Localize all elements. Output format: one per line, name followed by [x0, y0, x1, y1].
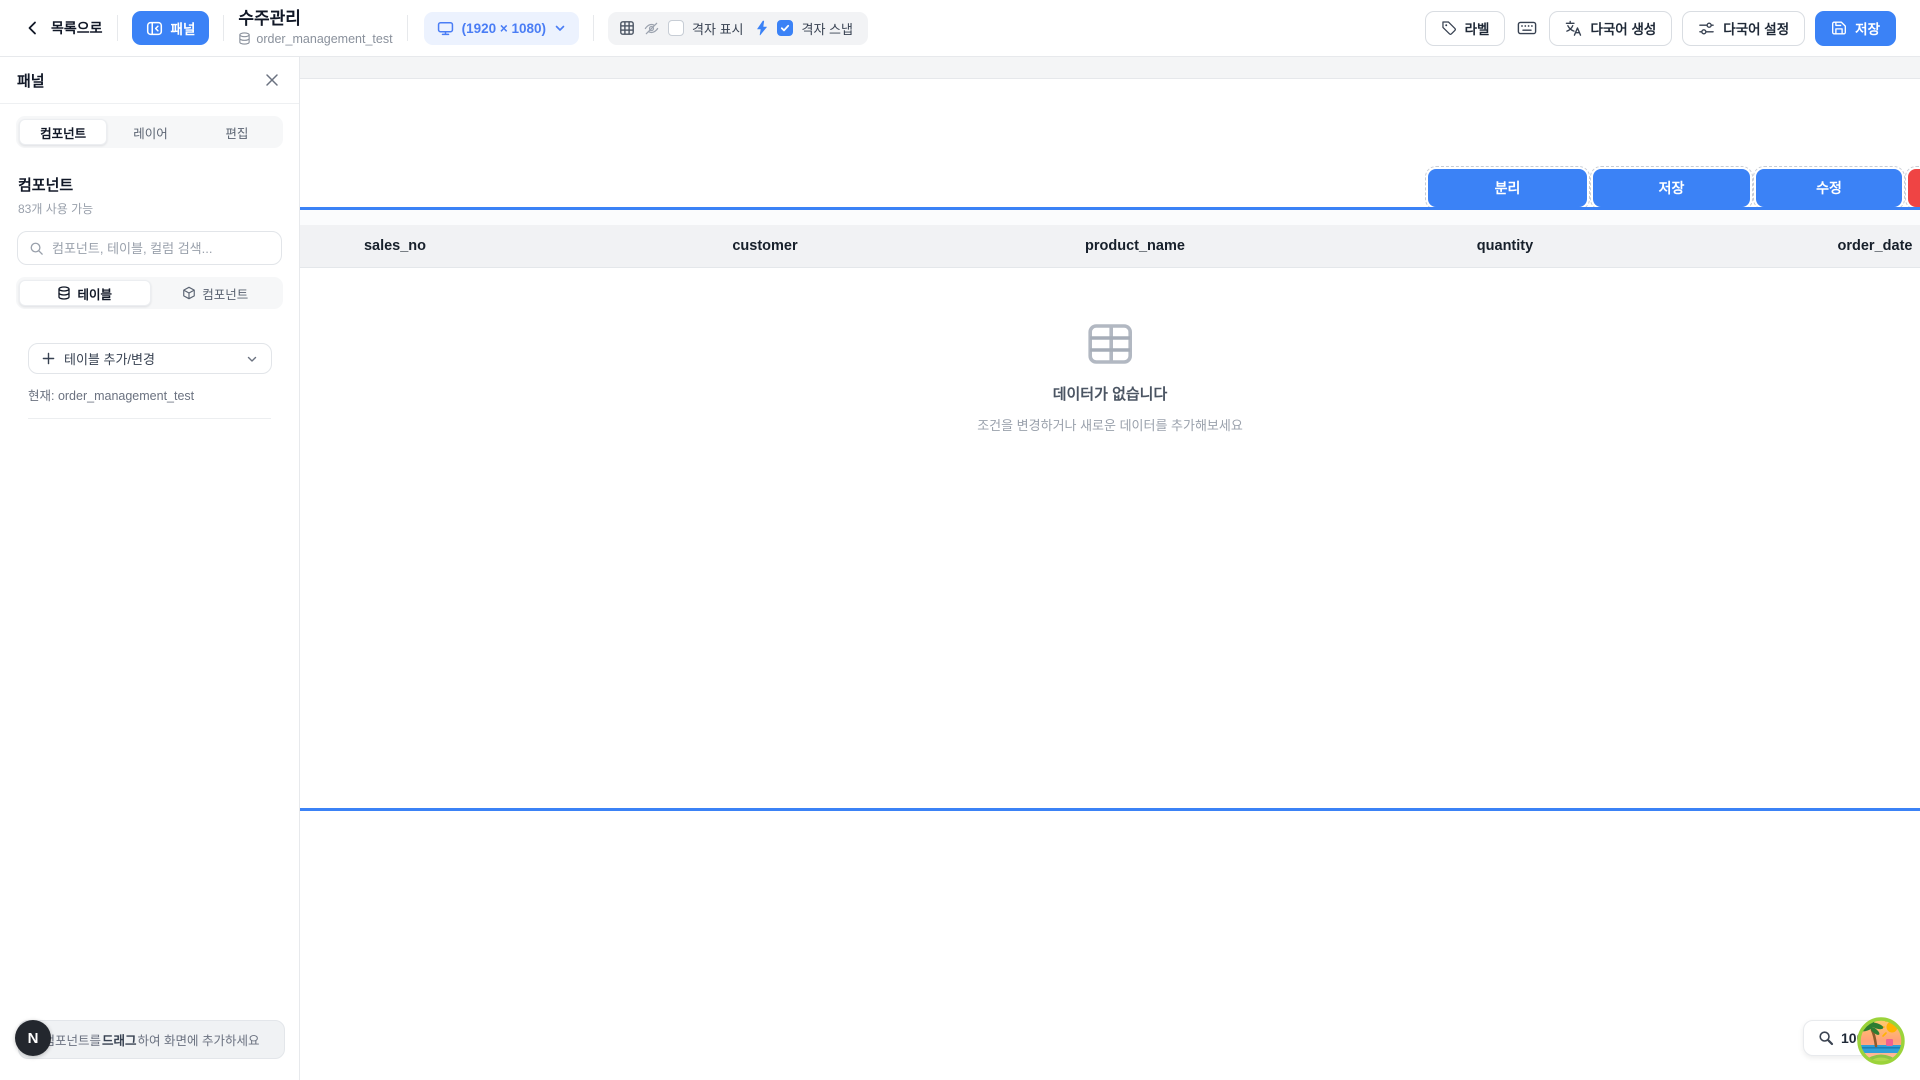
save-button-label: 저장: [1855, 18, 1880, 38]
i18n-settings-button[interactable]: 다국어 설정: [1682, 11, 1805, 46]
source-tab-component-label: 컴포넌트: [202, 284, 248, 303]
cursor-badge: N: [15, 1020, 51, 1056]
database-icon: [238, 32, 251, 45]
i18n-generate-button[interactable]: 다국어 생성: [1549, 11, 1672, 46]
package-icon: [182, 286, 196, 300]
label-button[interactable]: 라벨: [1425, 11, 1506, 46]
source-tab-table[interactable]: 테이블: [19, 280, 151, 306]
toolbar-divider: [223, 15, 224, 41]
empty-state-subtitle: 조건을 변경하거나 새로운 데이터를 추가해보세요: [977, 415, 1243, 434]
add-change-table-button[interactable]: 테이블 추가/변경: [28, 343, 272, 374]
left-panel: 패널 컴포넌트 레이어 편집 컴포넌트 83개 사용 가능 테이블: [0, 57, 300, 1080]
design-action-button-save[interactable]: 저장: [1593, 169, 1750, 207]
table-column-header[interactable]: sales_no: [300, 238, 580, 254]
components-count: 83개 사용 가능: [18, 200, 281, 217]
tag-icon: [1441, 20, 1457, 36]
empty-table-icon: [1087, 321, 1133, 367]
table-toolbar-strip: [300, 210, 1920, 225]
design-canvas[interactable]: 분리 저장 수정 sales_no customer product_name …: [300, 57, 1920, 1080]
i18n-generate-label: 다국어 생성: [1590, 18, 1656, 38]
chevron-down-icon: [246, 353, 258, 365]
table-header-row: sales_no customer product_name quantity …: [300, 225, 1920, 268]
table-column-header[interactable]: product_name: [950, 238, 1320, 254]
drag-hint-text: 하여 화면에 추가하세요: [138, 1030, 260, 1049]
design-action-button-partial[interactable]: [1908, 169, 1920, 207]
design-action-button-separate[interactable]: 분리: [1428, 169, 1587, 207]
table-column-header[interactable]: customer: [580, 238, 950, 254]
source-tab-component[interactable]: 컴포넌트: [151, 280, 281, 306]
empty-state-title: 데이터가 없습니다: [1053, 383, 1168, 404]
canvas-top-strip: [300, 57, 1920, 79]
table-column-header[interactable]: order_date: [1690, 238, 1920, 254]
sliders-icon: [1698, 20, 1715, 37]
component-search: [17, 231, 282, 265]
grid-snap-label: 격자 스냅: [801, 19, 852, 38]
panel-toggle-button[interactable]: 패널: [132, 11, 210, 45]
source-tab-table-label: 테이블: [77, 284, 112, 303]
source-tabs: 테이블 컴포넌트: [16, 277, 283, 309]
save-icon: [1831, 20, 1847, 36]
bound-table-name: order_management_test: [256, 32, 392, 46]
grid-show-checkbox[interactable]: [668, 20, 684, 36]
save-button[interactable]: 저장: [1815, 11, 1896, 46]
back-to-list-button[interactable]: 목록으로: [24, 18, 103, 38]
grid-snap-checkbox[interactable]: [777, 20, 793, 36]
chevron-down-icon: [554, 22, 566, 34]
search-input[interactable]: [52, 241, 270, 256]
add-change-table-label: 테이블 추가/변경: [64, 349, 237, 368]
current-table-label: 현재: order_management_test: [28, 385, 271, 404]
panel-toggle-label: 패널: [171, 18, 196, 38]
search-icon: [29, 241, 44, 256]
database-icon: [57, 286, 71, 300]
tab-layers[interactable]: 레이어: [107, 119, 193, 145]
lightning-icon: [755, 20, 769, 36]
drag-hint-bold: 드래그: [102, 1030, 137, 1049]
selection-border-bottom: [300, 808, 1920, 811]
top-toolbar: 목록으로 패널 수주관리 order_management_test: [0, 0, 1920, 57]
label-button-label: 라벨: [1465, 18, 1490, 38]
panel-close-button[interactable]: [262, 70, 282, 90]
tab-components[interactable]: 컴포넌트: [19, 119, 107, 145]
back-arrow-icon: [24, 19, 42, 37]
screen-size-selector[interactable]: (1920 × 1080): [424, 12, 579, 45]
toolbar-divider: [593, 15, 594, 41]
page-subtitle: order_management_test: [238, 32, 392, 46]
keyboard-icon: [1517, 20, 1537, 36]
grid-settings-group: 격자 표시 격자 스냅: [608, 12, 868, 45]
panel-title: 패널: [17, 70, 45, 91]
eye-off-icon: [643, 20, 660, 37]
tab-edit[interactable]: 편집: [194, 119, 280, 145]
i18n-settings-label: 다국어 설정: [1723, 18, 1789, 38]
design-action-button-edit[interactable]: 수정: [1756, 169, 1902, 207]
drag-hint-text: 컴포넌트를: [44, 1030, 102, 1049]
page-title-block: 수주관리 order_management_test: [238, 10, 392, 46]
toolbar-divider: [117, 15, 118, 41]
keyboard-shortcuts-button[interactable]: [1515, 13, 1539, 43]
panel-left-icon: [146, 20, 163, 37]
drag-hint: 컴포넌트를 드래그하여 화면에 추가하세요: [18, 1020, 285, 1059]
screen-size-value: (1920 × 1080): [462, 21, 546, 36]
table-empty-state: 데이터가 없습니다 조건을 변경하거나 새로운 데이터를 추가해보세요: [977, 321, 1243, 434]
panel-tabs: 컴포넌트 레이어 편집: [16, 116, 283, 148]
monitor-icon: [437, 21, 454, 36]
toolbar-divider: [407, 15, 408, 41]
back-to-list-label: 목록으로: [51, 18, 103, 38]
components-section-title: 컴포넌트: [18, 174, 281, 195]
toolbar-right-group: 라벨 다국어 생성 다국어 설정: [1425, 11, 1896, 46]
grid-show-label: 격자 표시: [692, 19, 743, 38]
translate-icon: [1565, 20, 1582, 37]
table-column-header[interactable]: quantity: [1320, 238, 1690, 254]
grid-icon: [619, 20, 635, 36]
magnifier-icon: [1818, 1030, 1834, 1046]
page-title: 수주관리: [238, 10, 392, 29]
app-screen: 목록으로 패널 수주관리 order_management_test: [0, 0, 1920, 1080]
panel-divider: [28, 418, 271, 419]
plus-icon: [42, 352, 55, 365]
island-app-icon[interactable]: [1856, 1016, 1906, 1066]
panel-header: 패널: [0, 57, 299, 104]
